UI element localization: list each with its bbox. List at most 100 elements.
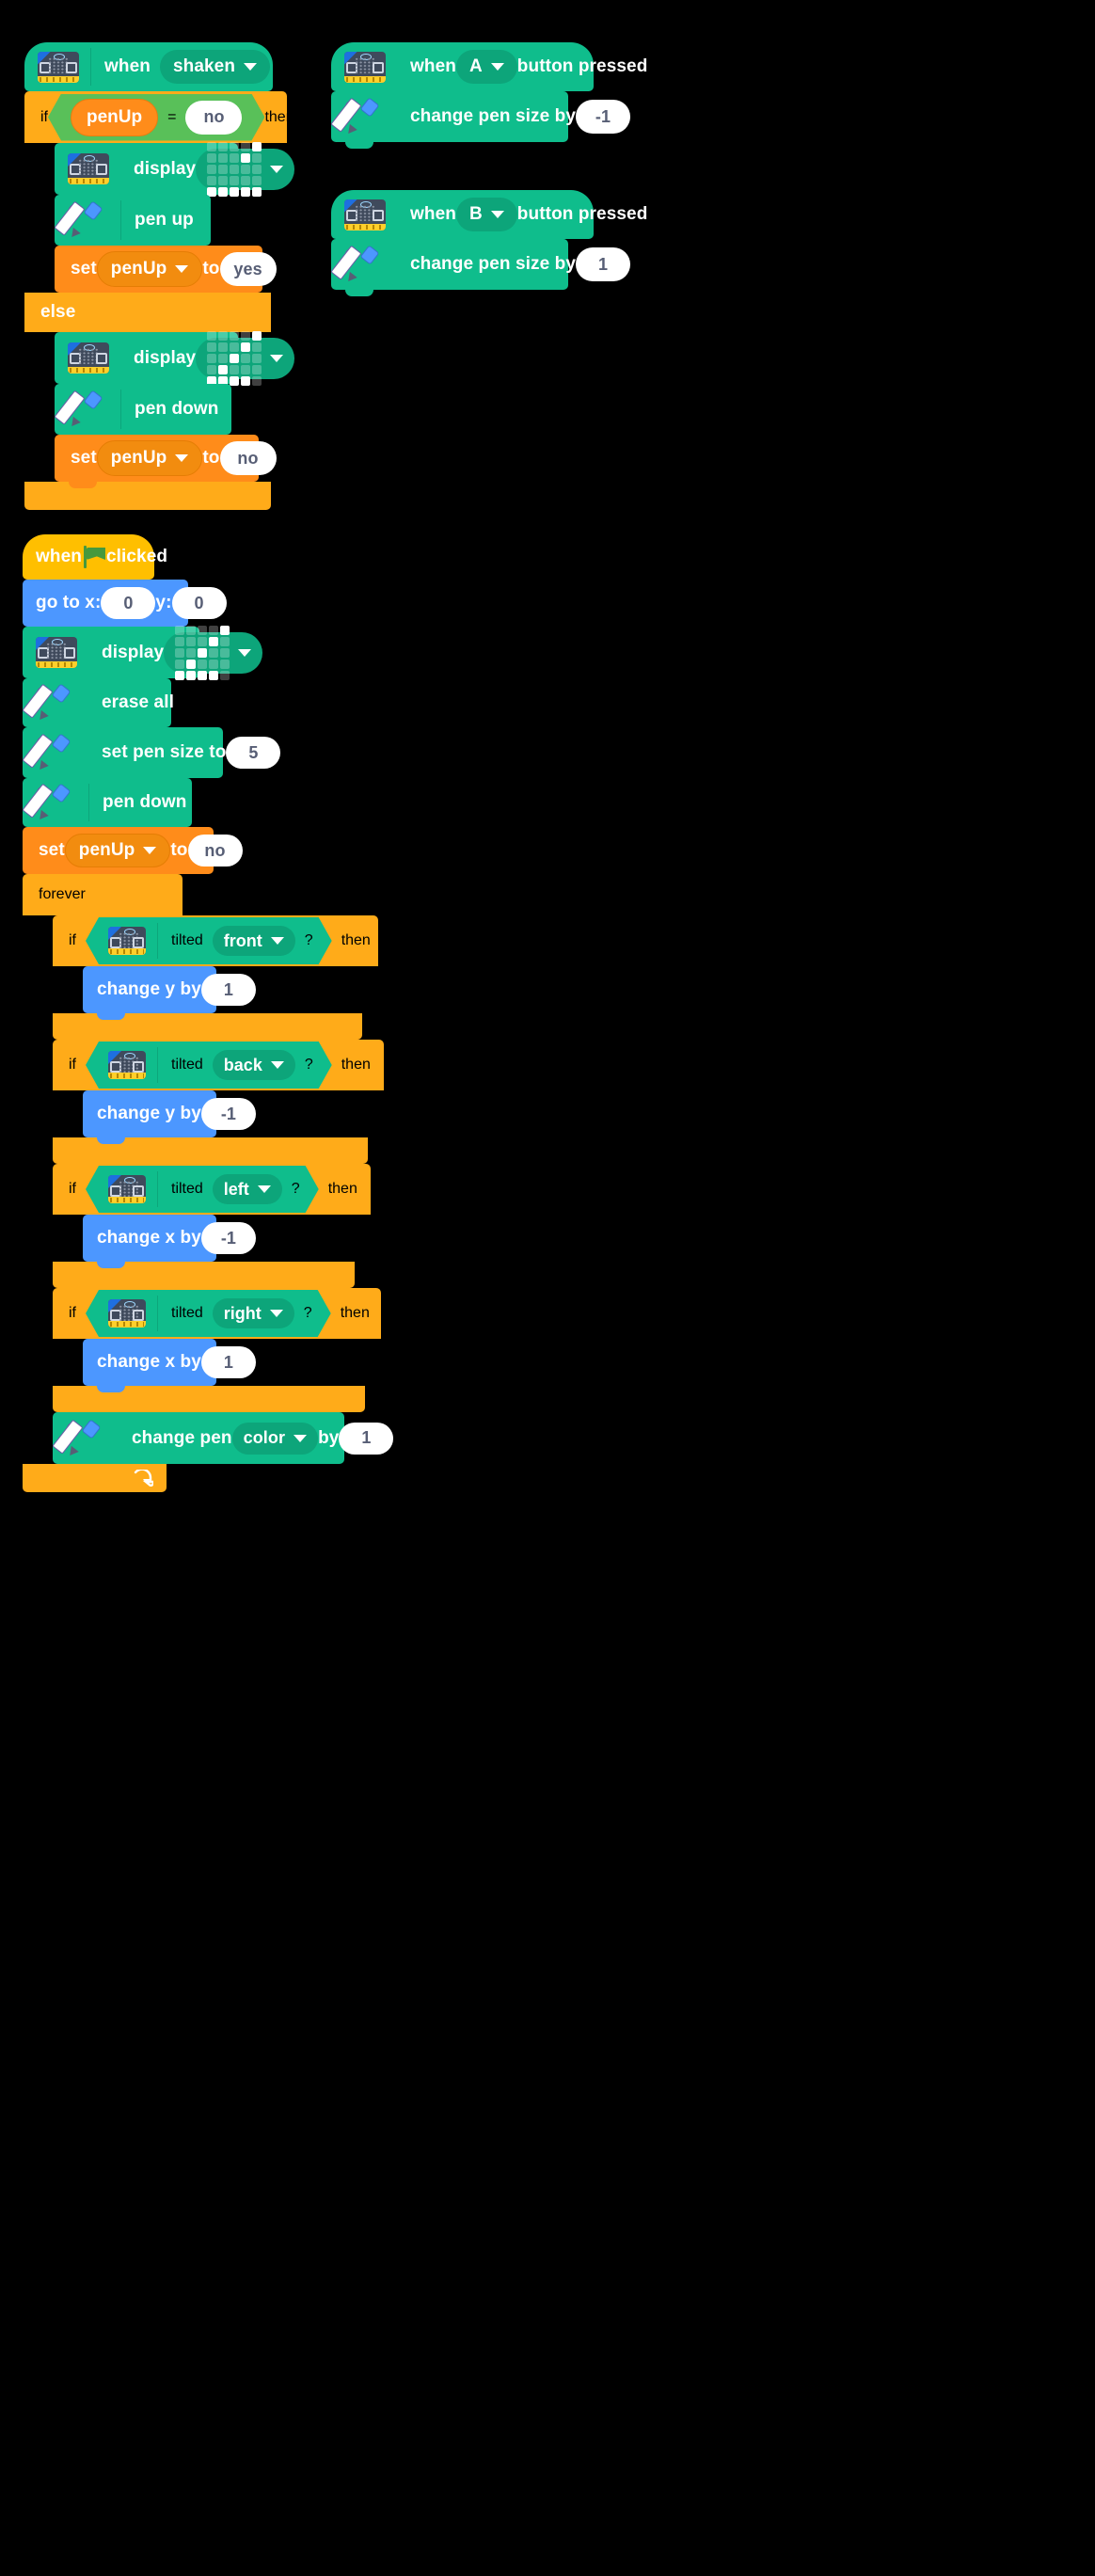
forever-body[interactable]: if tilted front ? then change y by 1 if … [52,915,394,1471]
set-pen-size-block[interactable]: set pen size to 5 [22,727,281,785]
forever-block[interactable]: forever if tilted front ? then change y … [23,874,394,1492]
microbit-icon [344,51,386,83]
change-x-value[interactable]: 1 [200,1346,256,1378]
matrix-dropdown[interactable] [164,625,263,680]
tilted-predicate[interactable]: tilted front ? [86,917,332,964]
divider [120,200,121,240]
matrix-dropdown[interactable] [196,141,295,197]
change-pen-size-block[interactable]: change pen size by 1 [330,239,631,296]
if-header[interactable]: if tilted back ? then [53,1040,384,1090]
script-when-flag-clicked[interactable]: when clicked go to x: 0 y: 0 display era… [22,534,394,1492]
microbit-icon [68,342,109,374]
direction-dropdown[interactable]: front [213,926,295,956]
if-else-footer [24,482,271,510]
if-label: if [69,1305,76,1321]
button-dropdown[interactable]: A [455,50,517,84]
if-header[interactable]: if tilted right ? then [53,1288,381,1339]
script-when-a-pressed[interactable]: when A button pressed change pen size by… [330,42,647,149]
variable-value: penUp [110,259,167,278]
change-x-value[interactable]: -1 [200,1222,256,1254]
change-pen-color-block[interactable]: change pen color by 1 [52,1412,394,1471]
when-label: when [410,204,456,224]
microbit-icon [36,637,77,668]
microbit-icon [38,51,79,83]
tilted-predicate[interactable]: tilted left ? [86,1166,319,1213]
change-y-value[interactable]: -1 [200,1098,256,1130]
if-tilted-back[interactable]: if tilted back ? then change y by -1 [53,1040,384,1164]
set-value[interactable]: no [219,441,277,475]
set-value[interactable]: no [187,835,243,867]
change-x-block[interactable]: change x by 1 [83,1339,256,1392]
change-x-label: change x by [97,1228,201,1248]
change-x-block[interactable]: change x by -1 [83,1215,256,1268]
else-header[interactable]: else [24,293,271,332]
variable-dropdown[interactable]: penUp [64,834,171,867]
led-matrix [207,330,262,386]
if-tilted-left[interactable]: if tilted left ? then change x by -1 [53,1164,384,1288]
compare-value[interactable]: no [185,101,242,135]
if-tilted-front[interactable]: if tilted front ? then change y by 1 [53,915,384,1040]
pen-size-value[interactable]: 5 [226,737,281,769]
button-dropdown[interactable]: B [455,198,517,231]
change-y-value[interactable]: 1 [200,974,256,1006]
hat-when-a-pressed[interactable]: when A button pressed [331,42,647,91]
pen-color-value[interactable]: 1 [339,1422,394,1455]
if-tilted-right[interactable]: if tilted right ? then change x by 1 [53,1288,384,1412]
matrix-dropdown[interactable] [196,330,295,386]
then-label: then [327,1181,357,1197]
pen-down-block[interactable]: pen down [54,384,231,441]
forever-header[interactable]: forever [23,874,182,915]
pen-param-value: color [243,1428,286,1447]
hat-when-b-pressed[interactable]: when B button pressed [331,190,647,239]
variable-dropdown[interactable]: penUp [96,251,203,287]
if-header[interactable]: if tilted front ? then [53,915,378,966]
go-to-xy-block[interactable]: go to x: 0 y: 0 [23,580,227,633]
change-pen-size-block[interactable]: change pen size by -1 [330,91,631,149]
event-value: shaken [172,56,236,76]
if-header[interactable]: if tilted left ? then [53,1164,371,1215]
display-block[interactable]: display [55,330,295,390]
direction-dropdown[interactable]: left [213,1174,282,1204]
microbit-icon [108,1299,146,1328]
direction-dropdown[interactable]: back [213,1050,295,1080]
set-variable-block[interactable]: set penUp to yes [55,246,277,299]
set-variable-block[interactable]: set penUp to no [23,827,243,881]
variable-dropdown[interactable]: penUp [96,440,203,476]
variable-penup[interactable]: penUp [71,99,158,136]
script-when-b-pressed[interactable]: when B button pressed change pen size by… [330,190,647,296]
tilted-predicate[interactable]: tilted back ? [86,1042,332,1089]
question-mark: ? [291,1181,300,1197]
change-pen-size-label: change pen size by [410,106,577,126]
forever-footer [23,1464,167,1492]
if-header[interactable]: if penUp = no then [24,91,294,143]
display-block[interactable]: display [55,141,295,201]
chevron-down-icon [270,354,284,362]
tilted-predicate[interactable]: tilted right ? [86,1290,331,1337]
if-else-block[interactable]: if penUp = no then display pen up set pe… [24,91,295,510]
pen-up-block[interactable]: pen up [54,195,211,252]
equals-operator[interactable]: penUp = no [48,94,264,141]
direction-value: left [223,1179,249,1199]
pen-down-block[interactable]: pen down [22,778,192,834]
script-when-shaken[interactable]: when shaken if penUp = no then display p… [24,42,295,510]
display-label: display [134,347,197,368]
pen-size-value[interactable]: 1 [576,247,631,281]
erase-all-block[interactable]: erase all [22,678,174,734]
direction-dropdown[interactable]: right [213,1298,294,1328]
event-dropdown[interactable]: shaken [159,50,271,84]
block-workspace[interactable]: when shaken if penUp = no then display p… [0,0,1095,2576]
pen-param-dropdown[interactable]: color [231,1422,319,1455]
change-y-block[interactable]: change y by -1 [83,1090,256,1144]
x-value[interactable]: 0 [101,587,156,619]
set-variable-block[interactable]: set penUp to no [55,435,277,488]
change-y-block[interactable]: change y by 1 [83,966,256,1020]
hat-when-flag-clicked[interactable]: when clicked [23,534,167,580]
pen-size-value[interactable]: -1 [576,100,631,134]
y-value[interactable]: 0 [171,587,227,619]
loop-arrow-icon [134,1470,153,1487]
display-block[interactable]: display [23,625,263,685]
chevron-down-icon [143,847,157,854]
set-value[interactable]: yes [219,252,277,286]
chevron-down-icon [490,63,504,71]
hat-when-shaken[interactable]: when shaken [24,42,273,91]
